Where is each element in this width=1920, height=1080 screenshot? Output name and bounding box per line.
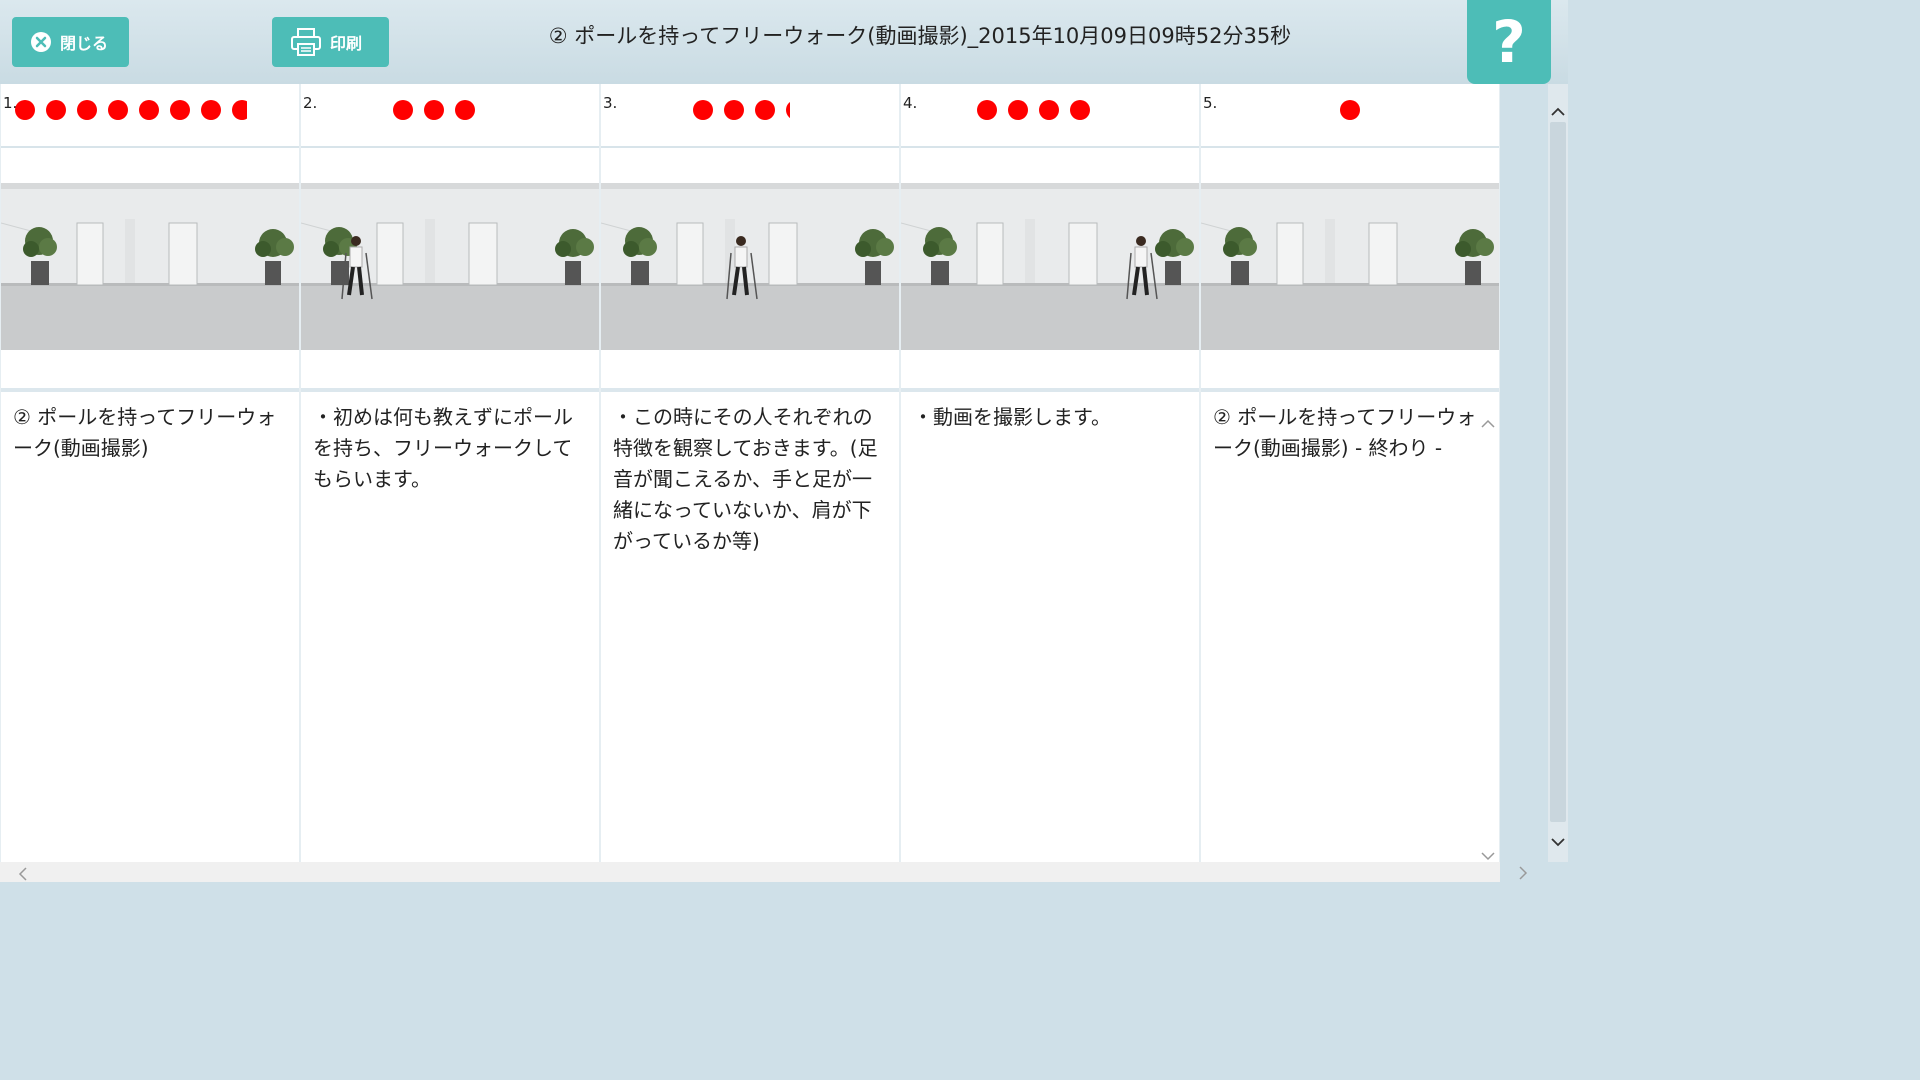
step-text: ・この時にその人それぞれの特徴を観察しておきます。(足音が聞こえるか、手と足が一… xyxy=(613,405,878,553)
marker-dots xyxy=(393,100,493,120)
step-column: 1. ② ポールを持ってフリーウォーク(動画撮影) xyxy=(1,84,299,862)
step-number: 3. xyxy=(603,94,618,112)
marker-dot[interactable] xyxy=(232,100,247,120)
top-toolbar: 閉じる 印刷 ② ポールを持ってフリーウォーク(動画撮影)_2015年10月09… xyxy=(0,0,1568,84)
close-circle-icon xyxy=(30,31,52,53)
chevron-left-icon[interactable] xyxy=(18,866,28,885)
step-number: 2. xyxy=(303,94,318,112)
page-title: ② ポールを持ってフリーウォーク(動画撮影)_2015年10月09日09時52分… xyxy=(548,24,1292,48)
marker-dots xyxy=(693,100,790,120)
step-number: 5. xyxy=(1203,94,1218,112)
chevron-right-icon[interactable] xyxy=(1518,865,1528,884)
divider xyxy=(901,388,1199,392)
chevron-up-icon[interactable] xyxy=(1481,414,1495,433)
step-number: 4. xyxy=(903,94,918,112)
marker-dots xyxy=(1340,100,1370,120)
step-header: 4. xyxy=(901,84,1199,148)
marker-dot[interactable] xyxy=(724,100,744,120)
step-text: ・動画を撮影します。 xyxy=(913,405,1111,429)
marker-dot[interactable] xyxy=(170,100,190,120)
close-button-label: 閉じる xyxy=(60,34,109,53)
marker-dot[interactable] xyxy=(1340,100,1360,120)
step-header: 2. xyxy=(301,84,599,148)
step-header: 5. xyxy=(1201,84,1499,148)
divider xyxy=(1,388,299,392)
step-board: 1. ② ポールを持ってフリーウォーク(動画撮影) 2. ・初めは何も教えずにポ… xyxy=(0,84,1500,882)
video-frame[interactable] xyxy=(1201,183,1499,350)
video-frame[interactable] xyxy=(1,183,299,350)
marker-dots xyxy=(977,100,1107,120)
printer-icon xyxy=(290,28,322,56)
divider xyxy=(301,388,599,392)
marker-dot[interactable] xyxy=(1039,100,1059,120)
horizontal-scrollbar[interactable] xyxy=(0,862,1500,882)
step-header: 1. xyxy=(1,84,299,148)
step-header: 3. xyxy=(601,84,899,148)
marker-dot[interactable] xyxy=(1008,100,1028,120)
marker-dot[interactable] xyxy=(201,100,221,120)
print-button-label: 印刷 xyxy=(330,34,363,53)
close-button[interactable]: 閉じる xyxy=(12,17,129,67)
help-button[interactable]: ? xyxy=(1467,0,1551,84)
marker-dot[interactable] xyxy=(977,100,997,120)
chevron-down-icon[interactable] xyxy=(1551,832,1565,851)
step-column: 3. ・この時にその人それぞれの特徴を観察しておきます。(足音が聞こえるか、手と… xyxy=(601,84,899,862)
divider xyxy=(601,388,899,392)
marker-dot[interactable] xyxy=(393,100,413,120)
marker-dot[interactable] xyxy=(15,100,35,120)
video-frame[interactable] xyxy=(601,183,899,350)
step-text: ② ポールを持ってフリーウォーク(動画撮影) - 終わり - xyxy=(1213,405,1477,460)
video-frame[interactable] xyxy=(901,183,1199,350)
chevron-up-icon[interactable] xyxy=(1551,102,1565,121)
marker-dot[interactable] xyxy=(77,100,97,120)
print-button[interactable]: 印刷 xyxy=(272,17,389,67)
marker-dot[interactable] xyxy=(786,100,790,120)
marker-dot[interactable] xyxy=(139,100,159,120)
marker-dot[interactable] xyxy=(693,100,713,120)
marker-dot[interactable] xyxy=(455,100,475,120)
step-column: 5. ② ポールを持ってフリーウォーク(動画撮影) - 終わり - xyxy=(1201,84,1499,862)
marker-dot[interactable] xyxy=(424,100,444,120)
video-frame[interactable] xyxy=(301,183,599,350)
divider xyxy=(1201,388,1499,392)
marker-dots xyxy=(15,100,247,120)
marker-dot[interactable] xyxy=(46,100,66,120)
question-mark-icon: ? xyxy=(1492,8,1526,76)
step-text: ② ポールを持ってフリーウォーク(動画撮影) xyxy=(13,405,277,460)
step-column: 4. ・動画を撮影します。 xyxy=(901,84,1199,862)
marker-dot[interactable] xyxy=(108,100,128,120)
marker-dot[interactable] xyxy=(1070,100,1090,120)
step-text: ・初めは何も教えずにポールを持ち、フリーウォークしてもらいます。 xyxy=(313,405,573,491)
marker-dot[interactable] xyxy=(755,100,775,120)
step-column: 2. ・初めは何も教えずにポールを持ち、フリーウォークしてもらいます。 xyxy=(301,84,599,862)
scrollbar-thumb[interactable] xyxy=(1550,122,1566,822)
